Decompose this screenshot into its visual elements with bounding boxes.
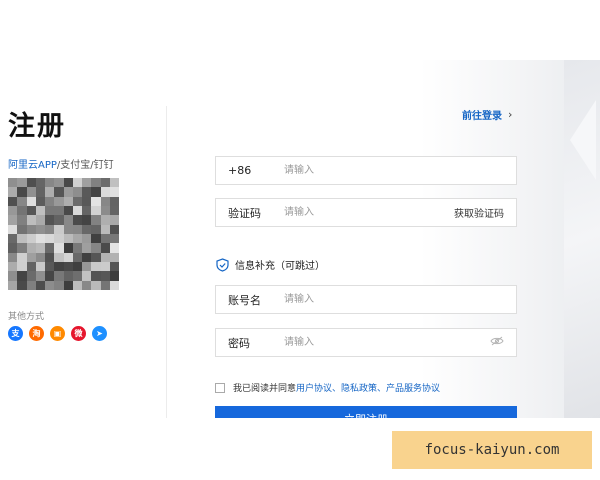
- password-field: 密码: [215, 328, 517, 357]
- info-supplement[interactable]: 信息补充（可跳过）: [216, 257, 325, 272]
- eye-icon[interactable]: [490, 336, 516, 349]
- code-label: 验证码: [228, 206, 261, 220]
- chevron-right-icon: ›: [508, 108, 513, 121]
- verification-code-field: 验证码 获取验证码: [215, 198, 517, 227]
- page-title: 注册: [8, 111, 66, 142]
- goto-login-link[interactable]: 前往登录 ›: [462, 107, 512, 122]
- scan-apps-text: 阿里云APP/支付宝/钉钉: [8, 156, 114, 171]
- phone-field: +86: [215, 156, 517, 185]
- password-label: 密码: [228, 336, 250, 350]
- qr-code: [8, 178, 119, 290]
- goto-login-label: 前往登录: [462, 111, 502, 122]
- agreement-links[interactable]: 用户协议、隐私政策、产品服务协议: [296, 381, 440, 394]
- vertical-divider: [166, 106, 167, 418]
- watermark: focus-kaiyun.com: [392, 431, 592, 469]
- background-decoration-shape: [570, 100, 596, 180]
- agreement-row: 我已阅读并同意 用户协议、隐私政策、产品服务协议: [215, 381, 440, 394]
- other-apps-text: /支付宝/钉钉: [56, 160, 114, 171]
- weibo-icon[interactable]: 微: [71, 326, 86, 341]
- get-code-button[interactable]: 获取验证码: [454, 205, 516, 220]
- agreement-checkbox[interactable]: [215, 382, 225, 393]
- social-login-icons: 支淘 ▣ 微 ➤: [8, 326, 107, 341]
- country-code[interactable]: +86: [216, 164, 272, 177]
- register-card: 注册 阿里云APP/支付宝/钉钉 其他方式 支淘 ▣ 微 ➤ 前往登录 ›: [0, 60, 600, 418]
- account-field: 账号名: [215, 285, 517, 314]
- dingtalk-icon[interactable]: ➤: [92, 326, 107, 341]
- phone-input[interactable]: [272, 164, 516, 177]
- password-input[interactable]: [272, 336, 490, 349]
- code-input[interactable]: [272, 206, 454, 219]
- other-methods-label: 其他方式: [8, 312, 45, 322]
- tmall-login-icon[interactable]: ▣: [50, 326, 65, 341]
- account-input[interactable]: [272, 293, 516, 306]
- shield-check-icon: [216, 257, 229, 272]
- aliyun-app-link[interactable]: 阿里云APP: [8, 160, 57, 171]
- agreement-prefix: 我已阅读并同意: [233, 384, 297, 394]
- alipay-icon[interactable]: 支: [8, 326, 23, 341]
- taobao-icon[interactable]: 淘: [29, 326, 44, 341]
- info-supplement-label: 信息补充（可跳过）: [235, 261, 325, 272]
- account-label: 账号名: [228, 293, 261, 307]
